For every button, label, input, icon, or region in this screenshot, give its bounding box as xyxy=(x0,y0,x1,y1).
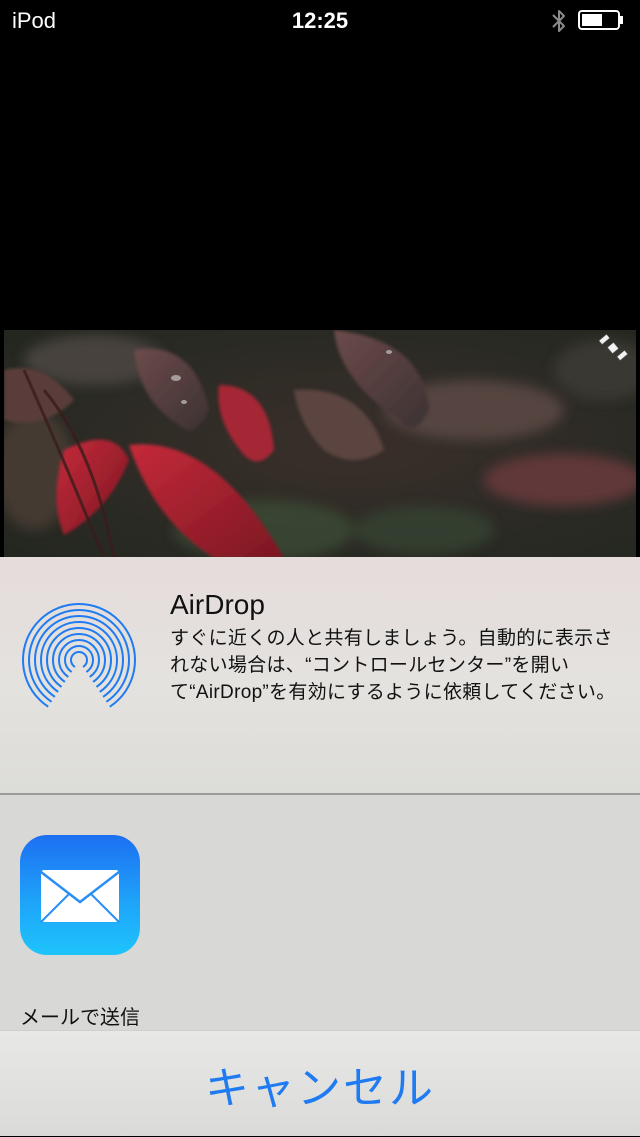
clock: 12:25 xyxy=(291,8,349,33)
leaves-image xyxy=(4,330,636,558)
mail-share-label: メールで送信 xyxy=(20,1007,140,1029)
airdrop-section: AirDrop すぐに近くの人と共有しましょう。自動的に表示されない場合は、“コ… xyxy=(0,557,640,793)
battery-icon xyxy=(578,10,623,30)
cancel-button[interactable]: キャンセル xyxy=(0,1031,640,1137)
airdrop-description: すぐに近くの人と共有しましょう。自動的に表示されない場合は、“コントロールセンタ… xyxy=(170,628,616,703)
mail-share-button[interactable]: メールで送信 xyxy=(20,835,140,1029)
cancel-section: キャンセル xyxy=(0,1030,640,1136)
mail-tile[interactable] xyxy=(20,835,140,955)
mail-icon xyxy=(40,870,120,923)
airdrop-icon xyxy=(22,603,136,717)
satellite-icon xyxy=(598,334,629,361)
share-sheet: AirDrop すぐに近くの人と共有しましょう。自動的に表示されない場合は、“コ… xyxy=(0,557,640,1136)
airdrop-title: AirDrop xyxy=(170,589,265,620)
status-bar: iPod 12:25 xyxy=(0,0,640,40)
apps-section: メールで送信 xyxy=(0,795,640,1030)
photo-preview[interactable] xyxy=(4,330,636,558)
bluetooth-icon xyxy=(552,10,565,32)
